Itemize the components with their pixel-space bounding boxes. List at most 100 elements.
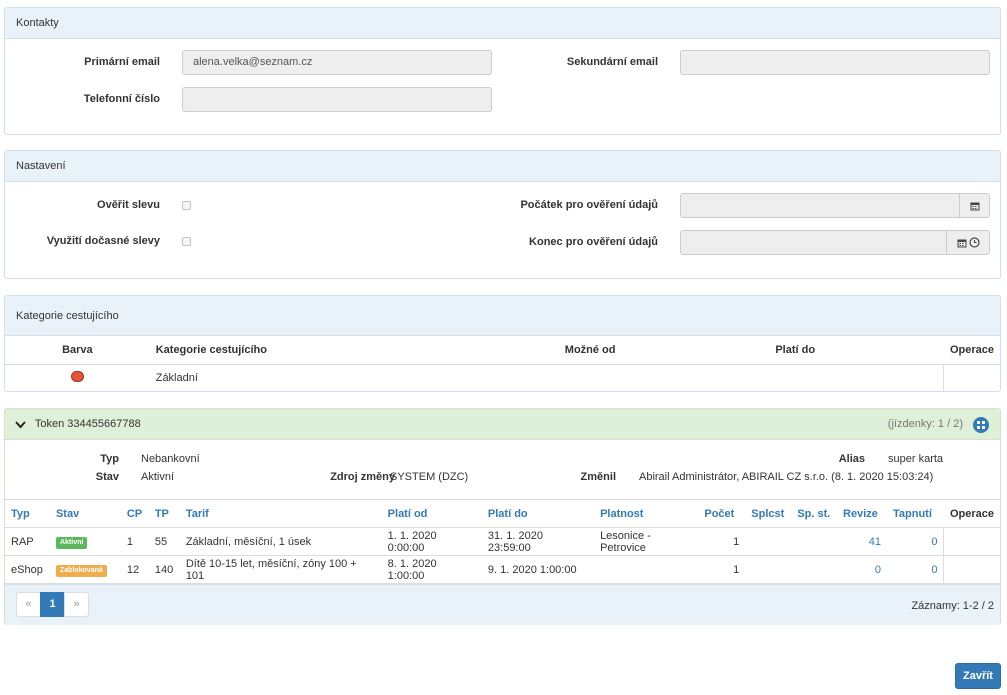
chevron-down-icon[interactable] [15,420,26,429]
calendar-icon [957,239,966,247]
phone-field[interactable] [182,87,492,112]
row-operace [943,555,1000,584]
primary-email-field[interactable]: alena.velka@seznam.cz [182,50,492,75]
row-platnost: Lesonice - Petrovice [594,527,699,556]
pagination-prev[interactable]: « [16,592,41,617]
grid-icon[interactable] [973,417,989,433]
phone-label: Telefonní číslo [83,93,160,105]
row-tapnuti-link[interactable]: 0 [886,555,944,584]
row-revize-link[interactable]: 0 [837,555,887,584]
typ-label: Typ [100,453,119,465]
typ-value: Nebankovní [141,453,200,465]
source-value: SYSTEM (DZC) [390,471,469,483]
source-label: Zdroj změny [330,471,395,483]
col-revize[interactable]: Revize [837,499,887,528]
col-splcst[interactable]: Splcst [745,499,792,528]
stav-label: Stav [95,471,119,483]
row-pocet: 1 [698,555,746,584]
category-table: Barva Kategorie cestujícího Možné od Pla… [5,336,1000,391]
col-barva: Barva [5,336,150,365]
verify-discount-label: Ověřit slevu [97,199,160,211]
verify-discount-checkbox[interactable] [182,201,191,210]
tickets-table: Typ Stav CP TP Tarif Platí od Platí do P… [5,499,1000,584]
row-revize-link[interactable]: 41 [837,527,887,556]
verify-start-calendar-button[interactable] [959,194,989,217]
row-tapnuti-link[interactable]: 0 [886,527,944,556]
verify-start-label: Počátek pro ověření údajů [520,199,658,211]
row-platnost [594,555,699,584]
settings-heading: Nastavení [5,151,1000,182]
row-tp: 140 [148,555,180,584]
ops-cell [943,364,1000,391]
color-cell [5,364,150,391]
category-color-swatch [70,370,84,382]
category-panel: Kategorie cestujícího Barva Kategorie ce… [4,295,1001,392]
row-tp: 55 [148,527,180,556]
col-pocet[interactable]: Počet [698,499,746,528]
row-tarif: Dítě 10-15 let, měsíční, zóny 100 + 101 [179,555,382,584]
status-badge: Aktivní [55,536,88,549]
clock-icon [968,237,980,248]
category-cell: Základní [155,371,198,384]
table-footer: « 1 » Záznamy: 1-2 / 2 [5,584,1000,625]
col-sp-st[interactable]: Sp. st. [791,499,838,528]
secondary-email-field[interactable] [680,50,990,75]
temp-discount-label: Využití dočasné slevy [46,235,160,247]
close-button[interactable]: Zavřít [955,663,1001,689]
verify-end-field[interactable] [680,230,990,255]
pagination: « 1 » [16,592,89,617]
tickets-info: (jízdenky: 1 / 2) [887,418,963,430]
row-stav: Zablokovaná [49,555,121,584]
contacts-heading: Kontakty [5,8,1000,39]
col-plati-do: Platí do [769,336,944,365]
row-pocet: 1 [698,527,746,556]
col-mozne-od: Možné od [558,336,770,365]
category-heading: Kategorie cestujícího [5,296,1000,336]
verify-end-datetime-button[interactable] [946,231,989,254]
primary-email-label: Primární email [84,56,160,68]
row-plati-do: 31. 1. 2020 23:59:00 [481,527,595,556]
alias-label: Alias [838,453,865,465]
col-tarif[interactable]: Tarif [179,499,382,528]
col-kategorie: Kategorie cestujícího [149,336,559,365]
stav-value: Aktivní [141,471,175,483]
col-platnost[interactable]: Platnost [594,499,699,528]
col-tapnuti[interactable]: Tapnutí [886,499,944,528]
row-tarif: Základní, měsíční, 1 úsek [179,527,382,556]
token-heading-bar[interactable]: Token 334455667788 (jízdenky: 1 / 2) [5,409,1000,440]
from-cell [559,364,770,391]
table-row: RAP Aktivní 1 55 Základní, měsíční, 1 ús… [5,527,1000,556]
token-heading: Token 334455667788 [34,418,141,430]
temp-discount-checkbox[interactable] [182,237,191,246]
row-typ: eShop [5,555,50,584]
pagination-page-1[interactable]: 1 [40,592,65,617]
col-operace: Operace [943,336,1000,365]
row-sp-st [791,555,838,584]
row-plati-od: 8. 1. 2020 1:00:00 [381,555,482,584]
col-operace: Operace [943,499,1000,528]
alias-value: super karta [888,453,944,465]
row-plati-do: 9. 1. 2020 1:00:00 [481,555,595,584]
row-operace [943,527,1000,556]
until-cell [769,364,944,391]
col-tp[interactable]: TP [148,499,180,528]
table-row: Základní [5,364,1000,391]
row-sp-st [791,527,838,556]
table-row: eShop Zablokovaná 12 140 Dítě 10-15 let,… [5,555,1000,584]
changed-value: Abirail Administrátor, ABIRAIL CZ s.r.o.… [639,471,934,483]
verify-start-field[interactable] [680,193,990,218]
row-cp: 12 [120,555,149,584]
secondary-email-label: Sekundární email [566,56,658,68]
verify-end-label: Konec pro ověření údajů [529,236,658,248]
row-splcst [745,527,792,556]
col-cp[interactable]: CP [120,499,149,528]
col-typ[interactable]: Typ [5,499,50,528]
row-stav: Aktivní [49,527,121,556]
row-typ: RAP [5,527,50,556]
pagination-next[interactable]: » [64,592,89,617]
col-stav[interactable]: Stav [49,499,121,528]
col-plati-od[interactable]: Platí od [381,499,482,528]
calendar-icon [970,202,979,210]
col-plati-do[interactable]: Platí do [481,499,595,528]
contacts-panel: Kontakty Primární email alena.velka@sezn… [4,7,1001,135]
